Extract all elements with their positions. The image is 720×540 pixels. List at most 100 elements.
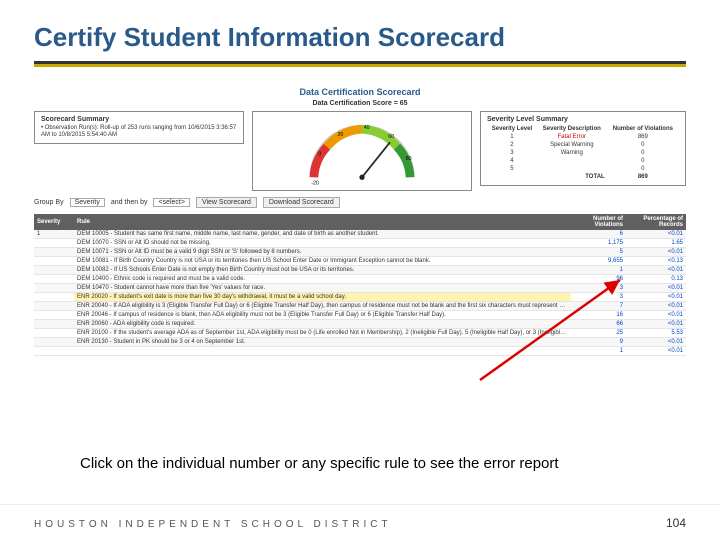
rule-violations[interactable]: 5 (571, 248, 626, 257)
rule-violations[interactable]: 7 (571, 302, 626, 311)
severity-panel: Severity Level Summary Severity Level Se… (480, 111, 686, 186)
rule-violations[interactable]: 16 (571, 311, 626, 320)
rule-pct[interactable]: 1.65 (626, 239, 686, 248)
rule-violations[interactable]: 3 (571, 284, 626, 293)
rule-text[interactable]: ENR 20100 - If the student's average ADA… (74, 329, 571, 338)
sev-level: 1 (487, 133, 537, 141)
svg-text:80: 80 (406, 156, 412, 162)
footer-brand: HOUSTON INDEPENDENT SCHOOL DISTRICT (34, 519, 392, 530)
table-row: DEM 10081 - If Birth Country Country is … (34, 257, 686, 266)
rule-pct[interactable]: <0.01 (626, 311, 686, 320)
rule-sev (34, 311, 74, 320)
rules-h-pr: Percentage of Records (626, 214, 686, 230)
rule-sev (34, 248, 74, 257)
rule-pct[interactable]: <0.01 (626, 338, 686, 347)
rule-violations[interactable]: 9 (571, 338, 626, 347)
rule-text[interactable]: ENR 20046 - If campus of residence is bl… (74, 311, 571, 320)
rule-violations[interactable]: 1 (571, 266, 626, 275)
table-row: 1<0.01 (34, 347, 686, 356)
rule-pct[interactable]: <0.01 (626, 248, 686, 257)
severity-row: 2Special Warning0 (487, 141, 679, 149)
table-row: ENR 20040 - If ADA eligibility is 3 (Eli… (34, 302, 686, 311)
rule-sev (34, 239, 74, 248)
rules-h-rule: Rule (74, 214, 571, 230)
rule-pct[interactable]: <0.01 (626, 230, 686, 239)
sev-desc: Special Warning (537, 141, 607, 149)
sev-num: 869 (607, 133, 679, 141)
rule-violations[interactable]: 3 (571, 293, 626, 302)
table-row: DEM 10071 - SSN or Alt ID must be a vali… (34, 248, 686, 257)
page-number: 104 (666, 516, 686, 530)
sev-desc: Warning (537, 149, 607, 157)
instruction-text: Click on the individual number or any sp… (80, 455, 559, 472)
severity-row: 3Warning0 (487, 149, 679, 157)
svg-text:60: 60 (388, 134, 394, 140)
table-row: ENR 20100 - If the student's average ADA… (34, 329, 686, 338)
rule-violations[interactable]: 9,655 (571, 257, 626, 266)
rule-text[interactable]: ENR 20060 - ADA eligibility code is requ… (74, 320, 571, 329)
view-scorecard-button[interactable]: View Scorecard (196, 197, 257, 208)
sev-num: 0 (607, 149, 679, 157)
rule-sev (34, 329, 74, 338)
rule-pct[interactable]: <0.01 (626, 293, 686, 302)
svg-text:40: 40 (364, 125, 370, 131)
rule-violations[interactable]: 6 (571, 230, 626, 239)
svg-text:-20: -20 (311, 180, 319, 186)
download-scorecard-button[interactable]: Download Scorecard (263, 197, 340, 208)
rule-text[interactable]: DEM 10470 - Student cannot have more tha… (74, 284, 571, 293)
sev-h-level: Severity Level (487, 125, 537, 133)
summary-panel: Scorecard Summary • Observation Run(s): … (34, 111, 244, 144)
severity-row: 40 (487, 157, 679, 165)
rule-pct[interactable]: <0.01 (626, 347, 686, 356)
rule-violations[interactable]: 1,175 (571, 239, 626, 248)
slide-title: Certify Student Information Scorecard (34, 22, 686, 53)
rule-text[interactable]: DEM 10400 - Ethnic code is required and … (74, 275, 571, 284)
table-row: ENR 20020 - If student's exit date is mo… (34, 293, 686, 302)
sev-h-desc: Severity Description (537, 125, 607, 133)
sev-num: 0 (607, 165, 679, 173)
severity-table: Severity Level Severity Description Numb… (487, 125, 679, 181)
rule-pct[interactable]: <0.01 (626, 284, 686, 293)
rule-pct[interactable]: <0.01 (626, 266, 686, 275)
rule-violations[interactable]: 66 (571, 320, 626, 329)
groupby-select[interactable]: Severity (70, 198, 105, 207)
rule-pct[interactable]: <0.01 (626, 302, 686, 311)
rule-text[interactable]: DEM 10081 - If Birth Country Country is … (74, 257, 571, 266)
rules-table: Severity Rule Number of Violations Perce… (34, 214, 686, 356)
rule-sev (34, 275, 74, 284)
rule-text[interactable]: ENR 20040 - If ADA eligibility is 3 (Eli… (74, 302, 571, 311)
rule-text[interactable]: DEM 10070 - SSN or Alt ID should not be … (74, 239, 571, 248)
rule-pct[interactable]: <0.01 (626, 320, 686, 329)
rule-text[interactable]: ENR 20130 - Student in PK should be 3 or… (74, 338, 571, 347)
severity-row: 50 (487, 165, 679, 173)
rule-text[interactable] (74, 347, 571, 356)
sev-level: 4 (487, 157, 537, 165)
andthenby-select[interactable]: <select> (153, 198, 189, 207)
rule-pct[interactable]: 5.53 (626, 329, 686, 338)
rule-text[interactable]: DEM 10071 - SSN or Alt ID must be a vali… (74, 248, 571, 257)
rule-text[interactable]: DEM 10082 - If US Schools Enter Date is … (74, 266, 571, 275)
summary-title: Scorecard Summary (41, 116, 237, 123)
severity-title: Severity Level Summary (487, 116, 679, 123)
title-underline (34, 61, 686, 67)
rules-h-sev: Severity (34, 214, 74, 230)
rule-violations[interactable]: 1 (571, 347, 626, 356)
rule-sev (34, 293, 74, 302)
rules-h-nv: Number of Violations (571, 214, 626, 230)
sev-level: 2 (487, 141, 537, 149)
table-row: ENR 20130 - Student in PK should be 3 or… (34, 338, 686, 347)
rule-pct[interactable]: 0.13 (626, 275, 686, 284)
footer: HOUSTON INDEPENDENT SCHOOL DISTRICT 104 (0, 504, 720, 540)
rule-pct[interactable]: <0.13 (626, 257, 686, 266)
rule-text[interactable]: DEM 10005 - Student has same first name,… (74, 230, 571, 239)
controls-row: Group By Severity and then by <select> V… (34, 197, 686, 208)
sev-num: 0 (607, 141, 679, 149)
svg-text:0: 0 (318, 151, 321, 157)
table-row: DEM 10082 - If US Schools Enter Date is … (34, 266, 686, 275)
table-row: DEM 10070 - SSN or Alt ID should not be … (34, 239, 686, 248)
rule-text[interactable]: ENR 20020 - If student's exit date is mo… (74, 293, 571, 302)
rule-sev (34, 266, 74, 275)
rule-violations[interactable]: 96 (571, 275, 626, 284)
rule-violations[interactable]: 25 (571, 329, 626, 338)
sev-desc (537, 165, 607, 173)
